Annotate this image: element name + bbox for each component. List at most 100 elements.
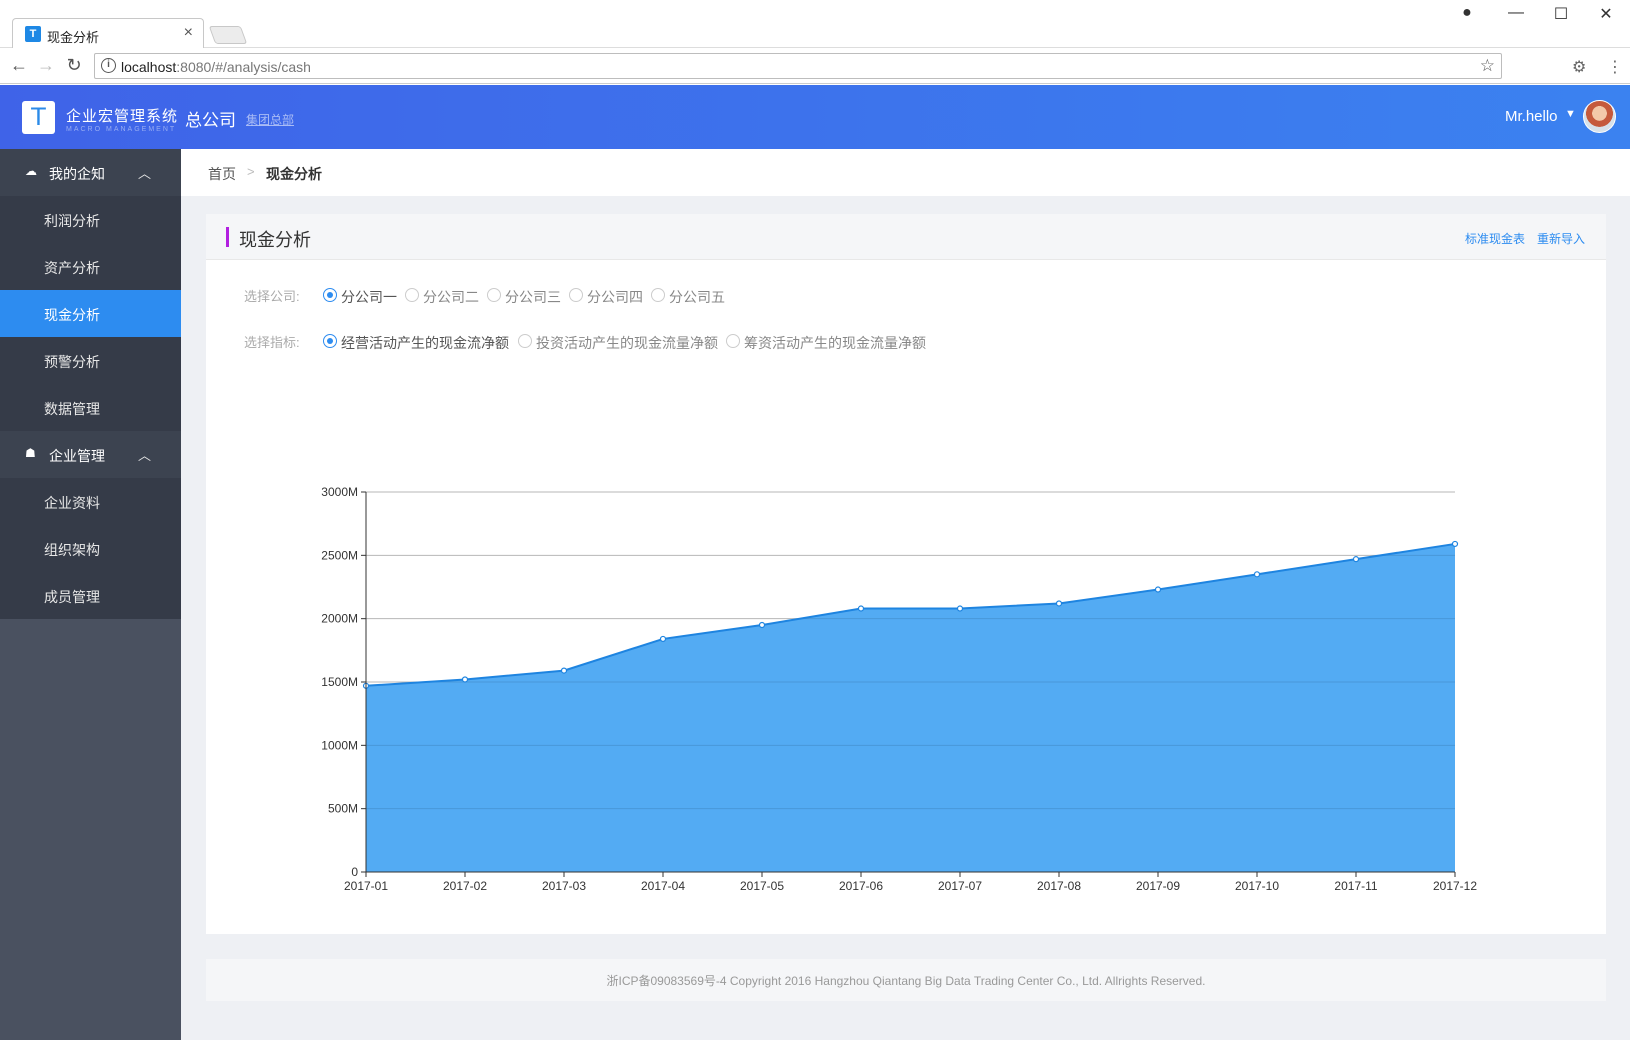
app-header: T 企业宏管理系统 MACRO MANAGEMENT 总公司 集团总部 Mr.h… <box>0 85 1630 149</box>
y-tick-label: 2000M <box>321 612 358 626</box>
data-point <box>857 605 865 612</box>
chevron-up-icon: ︿ <box>138 166 152 181</box>
sidebar-item-label: 利润分析 <box>44 213 100 229</box>
url-input[interactable]: i localhost:8080/#/analysis/cash ☆ <box>94 53 1502 79</box>
forward-icon[interactable]: → <box>34 55 58 76</box>
y-tick-label: 500M <box>328 802 358 816</box>
info-icon[interactable]: i <box>101 58 116 73</box>
sidebar-item-assets[interactable]: 资产分析 <box>0 243 181 290</box>
reload-icon[interactable]: ↻ <box>62 55 86 76</box>
radio-circle-icon <box>726 334 740 348</box>
data-point <box>956 605 964 612</box>
series-area <box>366 543 1455 872</box>
y-tick-label: 3000M <box>321 485 358 499</box>
company-radio-label: 分公司一 <box>341 289 397 305</box>
tab-title: 现金分析 <box>47 30 100 45</box>
team-icon: ☗ <box>25 446 36 460</box>
extension-icon[interactable]: ⚙ <box>1572 57 1586 77</box>
data-point <box>758 621 766 629</box>
cloud-icon: ☁ <box>25 164 37 178</box>
radio-circle-icon <box>323 288 337 302</box>
y-tick-label: 1000M <box>321 738 358 752</box>
back-icon[interactable]: ← <box>7 55 31 76</box>
radio-circle-icon <box>518 334 532 348</box>
sidebar-group-label: 企业管理 <box>49 448 105 464</box>
sidebar-item-label: 企业资料 <box>44 495 100 511</box>
data-point <box>1352 556 1360 563</box>
company-radio-label: 分公司二 <box>423 289 479 305</box>
maximize-icon[interactable]: ☐ <box>1541 4 1581 24</box>
breadcrumb-home[interactable]: 首页 <box>208 164 236 184</box>
sidebar-item-profile[interactable]: 企业资料 <box>0 478 181 525</box>
sidebar-item-profit[interactable]: 利润分析 <box>0 196 181 243</box>
radio-circle-icon <box>569 288 583 302</box>
data-point <box>1154 586 1162 593</box>
sidebar-item-org[interactable]: 组织架构 <box>0 525 181 572</box>
tab-close-icon[interactable]: × <box>184 24 193 42</box>
sidebar-item-label: 预警分析 <box>44 354 100 370</box>
browser-menu-icon[interactable]: ⋮ <box>1607 57 1623 77</box>
x-tick-label: 2017-03 <box>542 879 586 893</box>
bookmark-star-icon[interactable]: ☆ <box>1480 56 1495 76</box>
data-point <box>659 635 667 643</box>
sidebar-item-cash[interactable]: 现金分析 <box>0 290 181 337</box>
profile-icon[interactable]: ● <box>1447 4 1487 22</box>
sidebar-item-label: 数据管理 <box>44 401 100 417</box>
x-tick-label: 2017-11 <box>1334 879 1377 893</box>
breadcrumb-separator: > <box>247 164 255 179</box>
sidebar-item-label: 资产分析 <box>44 260 100 276</box>
main-content: 首页 > 现金分析 现金分析 标准现金表 重新导入 选择公司: 分公司一 分公司二… <box>181 149 1630 1040</box>
reimport-link[interactable]: 重新导入 <box>1537 230 1585 247</box>
breadcrumb-current: 现金分析 <box>266 166 322 182</box>
y-tick-label: 1500M <box>321 675 358 689</box>
sidebar-item-label: 现金分析 <box>44 307 100 323</box>
url-path: :8080/#/analysis/cash <box>176 59 311 75</box>
x-tick-label: 2017-05 <box>740 879 784 893</box>
sidebar-item-label: 成员管理 <box>44 589 100 605</box>
close-window-icon[interactable]: ✕ <box>1586 4 1626 24</box>
page-title: 现金分析 <box>239 230 311 250</box>
sidebar-item-warning[interactable]: 预警分析 <box>0 337 181 384</box>
x-tick-label: 2017-08 <box>1037 879 1081 893</box>
new-tab-button[interactable] <box>208 26 248 44</box>
company-name: 总公司 <box>185 111 236 130</box>
logo-icon: T <box>22 101 55 134</box>
standard-cash-table-link[interactable]: 标准现金表 <box>1465 230 1525 247</box>
company-radio-label: 分公司三 <box>505 289 561 305</box>
x-tick-label: 2017-09 <box>1136 879 1180 893</box>
company-radio-label: 分公司五 <box>669 289 725 305</box>
sidebar-group-enterprise[interactable]: ☗ 企业管理 ︿ <box>0 431 181 478</box>
data-point <box>1253 571 1261 578</box>
sidebar-group-my[interactable]: ☁ 我的企知 ︿ <box>0 149 181 196</box>
radio-circle-icon <box>487 288 501 302</box>
sidebar-item-members[interactable]: 成员管理 <box>0 572 181 619</box>
sidebar-group-label: 我的企知 <box>49 166 105 182</box>
radio-circle-icon <box>405 288 419 302</box>
card-header: 现金分析 标准现金表 重新导入 <box>206 214 1606 260</box>
user-menu[interactable]: Mr.hello <box>1505 108 1558 125</box>
favicon-icon: T <box>25 26 41 42</box>
x-tick-label: 2017-12 <box>1433 879 1477 893</box>
url-text: localhost:8080/#/analysis/cash <box>121 59 311 75</box>
indicator-filter-label: 选择指标: <box>244 335 300 350</box>
data-point <box>461 676 469 683</box>
indicator-radio-label: 经营活动产生的现金流净额 <box>341 335 509 351</box>
breadcrumb: 首页 > 现金分析 <box>181 149 1630 196</box>
minimize-icon[interactable]: — <box>1496 4 1536 22</box>
sidebar: ☁ 我的企知 ︿ 利润分析 资产分析 现金分析 预警分析 数据管理 ☗ 企业管理… <box>0 149 181 1040</box>
browser-tab[interactable]: T 现金分析 × <box>12 18 204 48</box>
copyright-text: 浙ICP备09083569号-4 Copyright 2016 Hangzhou… <box>606 974 1206 988</box>
app-title: 企业宏管理系统 <box>66 108 179 125</box>
company-switch-link[interactable]: 集团总部 <box>246 111 294 128</box>
cash-analysis-card: 现金分析 标准现金表 重新导入 选择公司: 分公司一 分公司二 分公司三 分公司四 分公… <box>206 214 1606 934</box>
indicator-radio-label: 投资活动产生的现金流量净额 <box>536 335 718 351</box>
title-accent-bar <box>226 227 229 247</box>
sidebar-item-label: 组织架构 <box>44 542 100 558</box>
sidebar-item-data[interactable]: 数据管理 <box>0 384 181 431</box>
cash-area-chart: 0 500M 1000M 1500M 2000M 2500M 3000M 2017-01 201… <box>321 485 1477 893</box>
radio-circle-icon <box>651 288 665 302</box>
data-point <box>560 667 568 674</box>
avatar[interactable] <box>1583 100 1616 133</box>
caret-down-icon[interactable]: ▼ <box>1565 108 1576 120</box>
x-tick-label: 2017-06 <box>839 879 883 893</box>
